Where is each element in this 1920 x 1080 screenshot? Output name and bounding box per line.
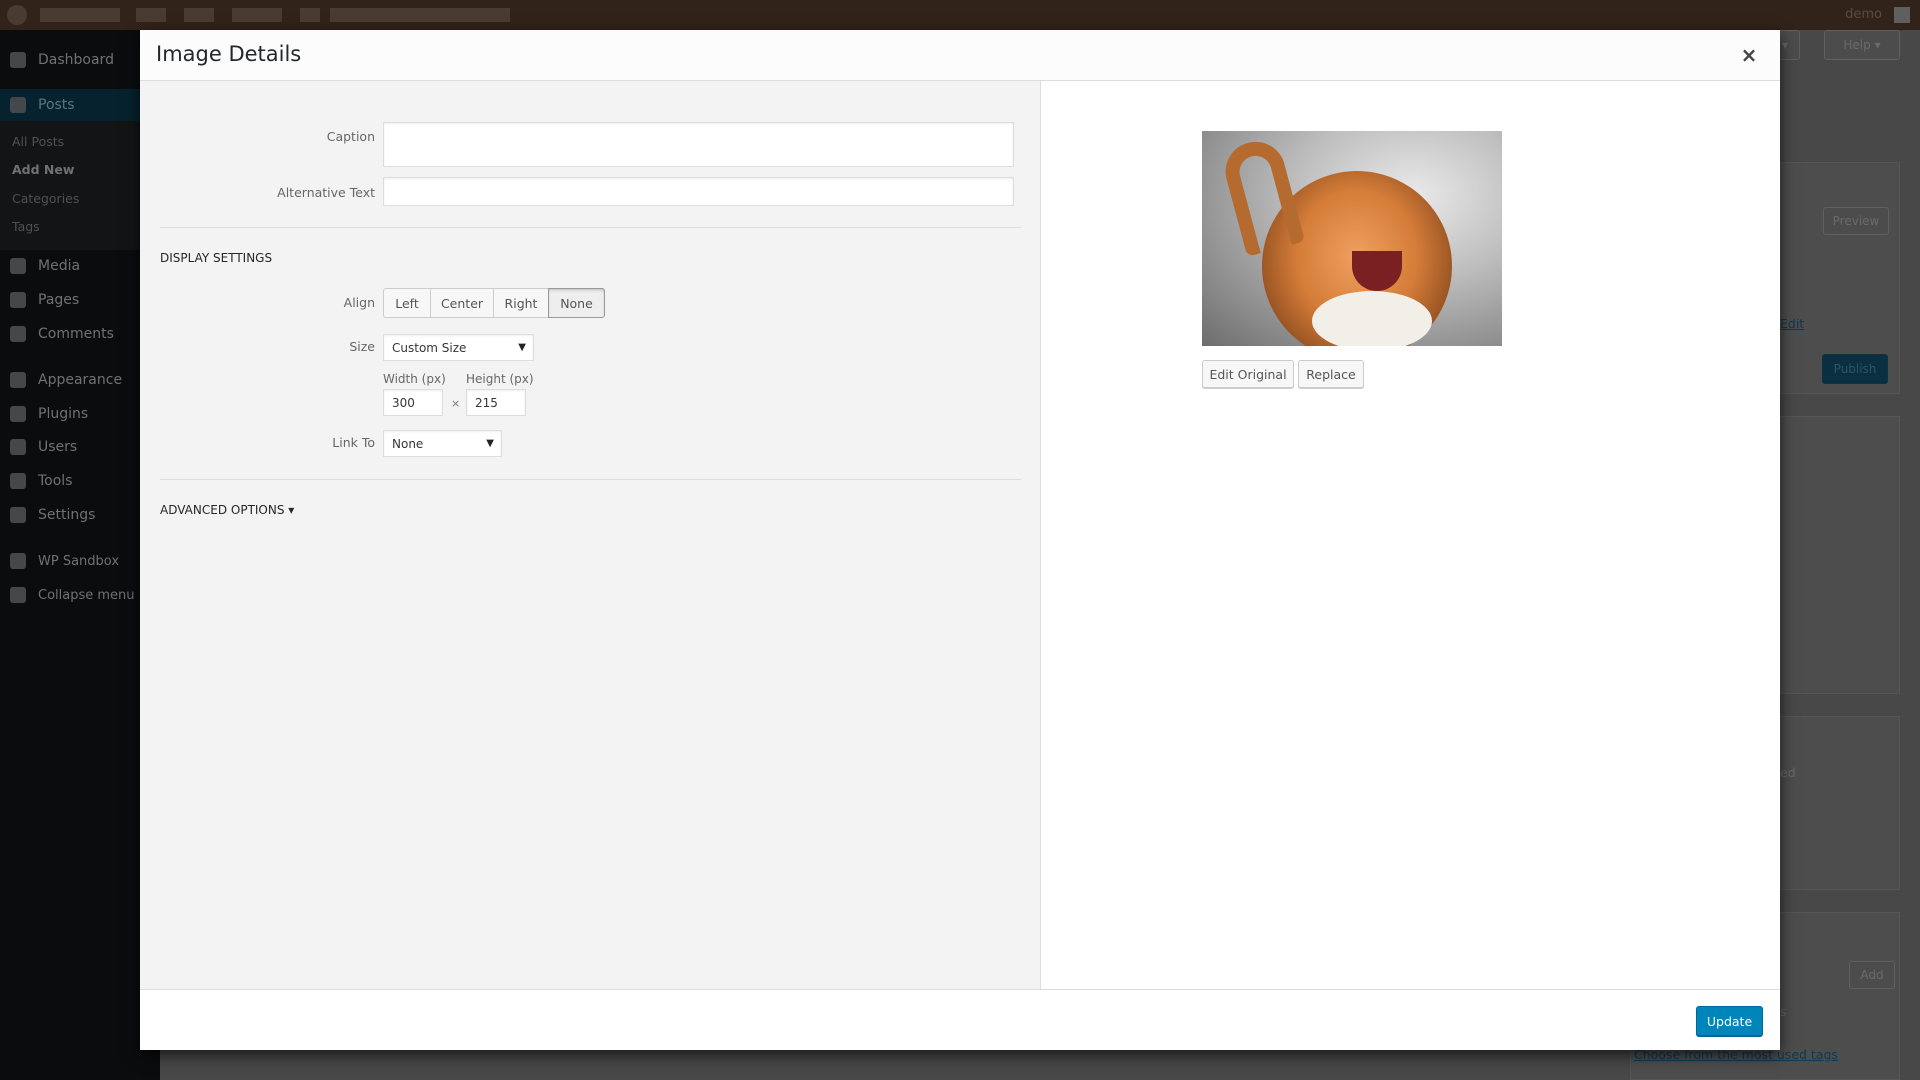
pages-icon bbox=[10, 292, 26, 308]
chevron-down-icon: ▼ bbox=[486, 438, 494, 449]
modal-footer: Update bbox=[140, 989, 1780, 1050]
comment-icon bbox=[10, 326, 26, 342]
add-tag-button[interactable]: Add bbox=[1849, 961, 1895, 989]
advanced-options-toggle[interactable]: Advanced Options ▾ bbox=[160, 503, 294, 517]
sidebar-item-posts[interactable]: Posts bbox=[0, 91, 160, 119]
preview-button[interactable]: Preview bbox=[1823, 207, 1889, 235]
sidebar-item-label: Comments bbox=[38, 326, 114, 342]
plugin-icon bbox=[10, 406, 26, 422]
submenu-item[interactable]: Add New bbox=[12, 162, 74, 177]
height-label: Height (px) bbox=[466, 372, 534, 386]
sidebar-item-label: Media bbox=[38, 258, 81, 274]
sandbox-icon bbox=[10, 553, 26, 569]
align-right-button[interactable]: Right bbox=[493, 288, 549, 318]
modal-title: Image Details bbox=[156, 42, 302, 66]
user-name[interactable]: demo bbox=[1845, 7, 1882, 22]
align-none-button[interactable]: None bbox=[548, 288, 605, 318]
display-settings-heading: Display Settings bbox=[160, 251, 273, 265]
settings-icon bbox=[10, 507, 26, 523]
sidebar-item-tools[interactable]: Tools bbox=[0, 467, 160, 495]
settings-panel: Caption Alternative Text Display Setting… bbox=[140, 81, 1041, 989]
height-input[interactable]: 215 bbox=[466, 389, 526, 416]
collapse-icon bbox=[10, 587, 26, 603]
wordpress-logo-icon[interactable] bbox=[7, 5, 27, 25]
submenu-item[interactable]: Categories bbox=[12, 191, 79, 206]
update-button[interactable]: Update bbox=[1696, 1006, 1763, 1036]
alt-text-label: Alternative Text bbox=[277, 185, 375, 200]
categories-box bbox=[1780, 716, 1900, 890]
sidebar-item-collapse-menu[interactable]: Collapse menu bbox=[0, 581, 160, 609]
sidebar-item-label: Pages bbox=[38, 292, 80, 308]
sidebar-item-label: WP Sandbox bbox=[38, 553, 120, 569]
sidebar-item-label: Appearance bbox=[38, 372, 123, 388]
sidebar-item-label: Collapse menu bbox=[38, 587, 135, 603]
chevron-down-icon: ▼ bbox=[518, 342, 526, 353]
sidebar-item-appearance[interactable]: Appearance bbox=[0, 366, 160, 394]
sidebar-item-users[interactable]: Users bbox=[0, 433, 160, 461]
edit-link[interactable]: Edit bbox=[1780, 316, 1804, 331]
align-left-button[interactable]: Left bbox=[383, 288, 431, 318]
media-icon bbox=[10, 258, 26, 274]
align-center-button[interactable]: Center bbox=[430, 288, 494, 318]
sidebar-item-settings[interactable]: Settings bbox=[0, 501, 160, 529]
pin-icon bbox=[10, 97, 26, 113]
modal-header: Image Details × bbox=[140, 30, 1780, 81]
divider bbox=[160, 227, 1021, 228]
sidebar-item-label: Users bbox=[38, 439, 78, 455]
sidebar-item-label: Posts bbox=[38, 97, 75, 113]
brush-icon bbox=[10, 372, 26, 388]
width-label: Width (px) bbox=[383, 372, 446, 386]
submenu-item[interactable]: Tags bbox=[12, 219, 40, 234]
times-sign: × bbox=[451, 397, 461, 410]
sidebar-item-dashboard[interactable]: Dashboard bbox=[0, 46, 160, 74]
link-to-label: Link To bbox=[332, 435, 375, 450]
format-box bbox=[1780, 416, 1900, 694]
help-button[interactable]: Help ▾ bbox=[1824, 30, 1900, 60]
alt-text-input[interactable] bbox=[383, 177, 1014, 206]
sidebar-item-label: Dashboard bbox=[38, 52, 114, 68]
categories-text: ed bbox=[1780, 765, 1796, 780]
sidebar-item-media[interactable]: Media bbox=[0, 252, 160, 280]
sidebar-item-label: Settings bbox=[38, 507, 96, 523]
link-to-select[interactable]: None ▼ bbox=[383, 430, 502, 457]
avatar[interactable] bbox=[1894, 7, 1910, 23]
sidebar-item-wp-sandbox[interactable]: WP Sandbox bbox=[0, 547, 160, 575]
close-icon[interactable]: × bbox=[1734, 40, 1764, 70]
publish-button[interactable]: Publish bbox=[1822, 354, 1888, 384]
tags-hint: s bbox=[1780, 1004, 1787, 1019]
image-details-modal: Image Details × Caption Alternative Text… bbox=[140, 30, 1780, 1050]
link-to-value: None bbox=[392, 436, 424, 451]
size-select[interactable]: Custom Size ▼ bbox=[383, 334, 534, 361]
sidebar-item-plugins[interactable]: Plugins bbox=[0, 400, 160, 428]
image-preview bbox=[1202, 131, 1502, 346]
sidebar-item-label: Tools bbox=[38, 473, 73, 489]
user-icon bbox=[10, 439, 26, 455]
size-value: Custom Size bbox=[392, 340, 467, 355]
caption-label: Caption bbox=[326, 129, 375, 144]
sidebar-item-label: Plugins bbox=[38, 406, 89, 422]
admin-bar: demo bbox=[0, 0, 1920, 30]
divider bbox=[160, 479, 1021, 480]
replace-button[interactable]: Replace bbox=[1298, 360, 1364, 388]
edit-original-button[interactable]: Edit Original bbox=[1202, 360, 1294, 388]
image-preview-panel: Edit Original Replace bbox=[1041, 81, 1780, 989]
caption-textarea[interactable] bbox=[383, 122, 1014, 167]
size-label: Size bbox=[349, 339, 375, 354]
dashboard-icon bbox=[10, 52, 26, 68]
sidebar-item-comments[interactable]: Comments bbox=[0, 320, 160, 348]
submenu-item[interactable]: All Posts bbox=[12, 134, 64, 149]
sidebar-item-pages[interactable]: Pages bbox=[0, 286, 160, 314]
width-input[interactable]: 300 bbox=[383, 389, 443, 416]
wrench-icon bbox=[10, 473, 26, 489]
align-label: Align bbox=[343, 295, 375, 310]
